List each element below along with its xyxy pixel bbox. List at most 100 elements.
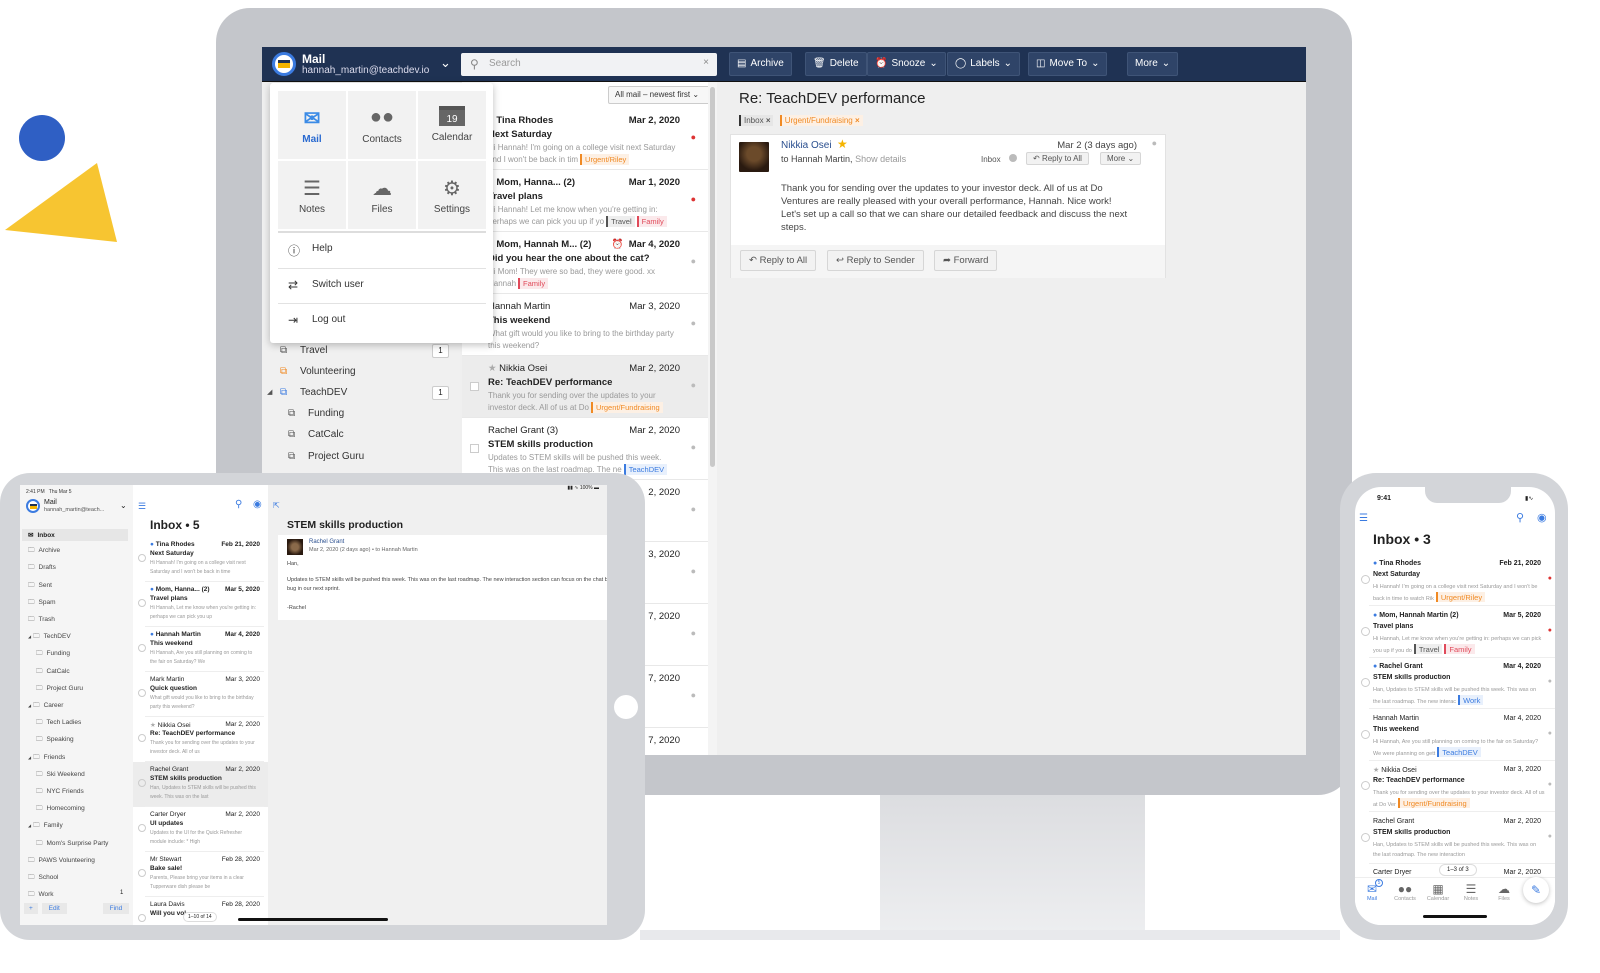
pin-icon[interactable]: ●: [1548, 833, 1552, 840]
reply-all-button[interactable]: ↶ Reply to All: [740, 250, 817, 271]
hamburger-menu-icon[interactable]: ☰: [138, 501, 146, 512]
star-icon[interactable]: ★: [1373, 767, 1381, 774]
expand-arrow-icon[interactable]: ◢: [28, 703, 31, 708]
folder-project-guru[interactable]: 🗀 Project Guru: [36, 684, 83, 695]
account-chevron-down-icon[interactable]: ⌄: [440, 55, 451, 71]
message-row[interactable]: Hannah Martin Mar 4, 2020 This weekend Hi H…: [1355, 710, 1555, 761]
more-button[interactable]: More ⌄: [1100, 152, 1142, 165]
expand-arrow-icon[interactable]: ◢: [28, 634, 31, 639]
pin-icon[interactable]: ●: [1548, 575, 1552, 582]
toolbar-labels-button[interactable]: ◯ Labels ⌄: [947, 52, 1021, 76]
expand-arrow-icon[interactable]: ◢: [28, 755, 31, 760]
message-row[interactable]: ★ Nikkia Osei Mar 3, 2020 Re: TeachDEV per…: [1355, 761, 1555, 812]
message-row[interactable]: Rachel Grant (3) Mar 2, 2020 STEM skills p…: [462, 418, 708, 480]
message-row[interactable]: ● Rachel Grant Mar 4, 2020 STEM skills pro…: [1355, 658, 1555, 709]
star-icon[interactable]: ★: [837, 137, 848, 151]
tab-files[interactable]: ☁ Files: [1487, 882, 1521, 902]
pin-icon[interactable]: ●: [1548, 627, 1552, 634]
message-row[interactable]: ● Mom, Hannah Martin (2) Mar 5, 2020 Trave…: [1355, 607, 1555, 658]
toolbar-snooze-button[interactable]: ⏰ Snooze ⌄: [867, 52, 946, 76]
select-checkbox[interactable]: [138, 869, 146, 877]
select-checkbox[interactable]: [470, 444, 479, 453]
pin-icon[interactable]: ●: [691, 132, 696, 142]
pin-icon[interactable]: ●: [691, 690, 696, 700]
folder-homecoming[interactable]: 🗀 Homecoming: [36, 804, 85, 815]
message-row[interactable]: ● Mom, Hanna... (2) Mar 5, 2020 Travel pla…: [133, 582, 268, 627]
account-chevron-down-icon[interactable]: ⌄: [120, 501, 127, 510]
folder-sent[interactable]: 🗀 Sent: [28, 581, 52, 592]
select-checkbox[interactable]: [138, 914, 146, 922]
pin-icon[interactable]: ●: [691, 628, 696, 638]
folder-career[interactable]: ◢ 🗀 Career: [28, 701, 63, 712]
sidebar-item-funding[interactable]: ⧉ Funding: [288, 408, 344, 419]
pin-icon[interactable]: ●: [1548, 730, 1552, 737]
folder-inbox[interactable]: ✉ Inbox: [22, 529, 128, 541]
folder-catcalc[interactable]: 🗀 CatCalc: [36, 667, 70, 678]
remove-tag-icon[interactable]: ×: [855, 116, 860, 125]
filter-icon[interactable]: ◉: [253, 499, 262, 510]
message-row[interactable]: ● Mom, Hanna... (2) Mar 1, 2020 Travel pla…: [462, 170, 708, 232]
select-checkbox[interactable]: [470, 382, 479, 391]
expand-arrow-icon[interactable]: ◢: [267, 388, 272, 396]
select-checkbox[interactable]: [1361, 575, 1370, 584]
message-row[interactable]: ● Tina Rhodes Feb 21, 2020 Next Saturday Hi…: [133, 537, 268, 582]
sender-name[interactable]: Nikkia Osei: [781, 140, 832, 151]
message-row[interactable]: ● Mom, Hannah M... (2) ⏰ Mar 4, 2020 Did yo…: [462, 232, 708, 294]
folder-techdev[interactable]: ◢ 🗀 TechDEV: [28, 632, 71, 643]
folder-drafts[interactable]: 🗀 Drafts: [28, 563, 56, 574]
launcher-app-notes[interactable]: ☰ Notes: [278, 161, 346, 229]
select-checkbox[interactable]: [138, 779, 146, 787]
select-checkbox[interactable]: [138, 689, 146, 697]
add-folder-button[interactable]: +: [24, 903, 38, 914]
message-row[interactable]: Rachel Grant Mar 2, 2020 STEM skills produ…: [1355, 813, 1555, 864]
toolbar-move-to-button[interactable]: ◫ Move To ⌄: [1028, 52, 1108, 76]
message-row[interactable]: ● Hannah Martin Mar 4, 2020 This weekend Hi…: [133, 627, 268, 672]
select-checkbox[interactable]: [138, 599, 146, 607]
clear-search-icon[interactable]: ×: [703, 57, 709, 68]
pin-icon[interactable]: ●: [691, 256, 696, 266]
menu-item-log-out[interactable]: ⇥ Log out: [278, 303, 486, 337]
mail-logo-icon[interactable]: [26, 499, 40, 513]
launcher-app-mail[interactable]: ✉ Mail: [278, 91, 346, 159]
folder-work[interactable]: 🗀 Work: [28, 890, 54, 901]
message-row[interactable]: Rachel Grant Mar 2, 2020 STEM skills produ…: [133, 762, 268, 807]
tab-contacts[interactable]: ●● Contacts: [1388, 882, 1422, 902]
select-checkbox[interactable]: [1361, 729, 1370, 739]
folder-archive[interactable]: 🗀 Archive: [28, 546, 60, 557]
hamburger-menu-icon[interactable]: ☰: [1359, 513, 1368, 524]
expand-arrow-icon[interactable]: ◢: [28, 823, 31, 828]
message-row[interactable]: Hannah Martin Mar 3, 2020 This weekend What…: [462, 294, 708, 356]
menu-item-help[interactable]: ⓘ Help: [278, 233, 486, 267]
tab-calendar[interactable]: ▦ Calendar: [1421, 882, 1455, 902]
message-row[interactable]: ● Tina Rhodes Mar 2, 2020 Next Saturday Hi …: [462, 108, 708, 170]
message-list-scrollbar[interactable]: [708, 82, 717, 755]
pin-icon[interactable]: ●: [691, 318, 696, 328]
sort-select[interactable]: All mail – newest first ⌄: [608, 86, 712, 104]
reply-sender-button[interactable]: ↩ Reply to Sender: [827, 250, 924, 271]
toolbar-more-button[interactable]: More ⌄: [1127, 52, 1179, 76]
folder-funding[interactable]: 🗀 Funding: [36, 649, 70, 660]
sender-name[interactable]: Rachel Grant: [309, 539, 344, 545]
message-row[interactable]: ★ Nikkia Osei Mar 2, 2020 Re: TeachDEV per…: [133, 717, 268, 762]
expand-icon[interactable]: ⇱: [273, 501, 280, 510]
pin-icon[interactable]: ●: [691, 752, 696, 755]
message-row[interactable]: Carter Dryer Mar 2, 2020 UI updates Updates…: [133, 807, 268, 852]
folder-tech-ladies[interactable]: 🗀 Tech Ladies: [36, 718, 81, 729]
search-input[interactable]: ⚲ Search ×: [461, 53, 717, 76]
pin-icon[interactable]: ●: [691, 442, 696, 452]
select-checkbox[interactable]: [138, 824, 146, 832]
folder-spam[interactable]: 🗀 Spam: [28, 598, 55, 609]
message-row[interactable]: Mark Martin Mar 3, 2020 Quick question What…: [133, 672, 268, 717]
pin-icon[interactable]: ●: [1152, 138, 1157, 148]
pin-icon[interactable]: ●: [691, 566, 696, 576]
reply-all-small-button[interactable]: ↶ Reply to All: [1026, 152, 1089, 165]
show-details-link[interactable]: Show details: [855, 154, 906, 164]
folder-speaking[interactable]: 🗀 Speaking: [36, 735, 74, 746]
sidebar-item-teachdev[interactable]: ⧉ TeachDEV: [280, 387, 347, 398]
edit-button[interactable]: Edit: [41, 903, 67, 914]
folder-paws-volunteering[interactable]: 🗀 PAWS Volunteering: [28, 856, 95, 867]
menu-item-switch-user[interactable]: ⇄ Switch user: [278, 268, 486, 302]
sidebar-item-travel[interactable]: ⧉ Travel: [280, 345, 327, 356]
launcher-app-settings[interactable]: ⚙ Settings: [418, 161, 486, 229]
select-checkbox[interactable]: [1361, 832, 1370, 842]
